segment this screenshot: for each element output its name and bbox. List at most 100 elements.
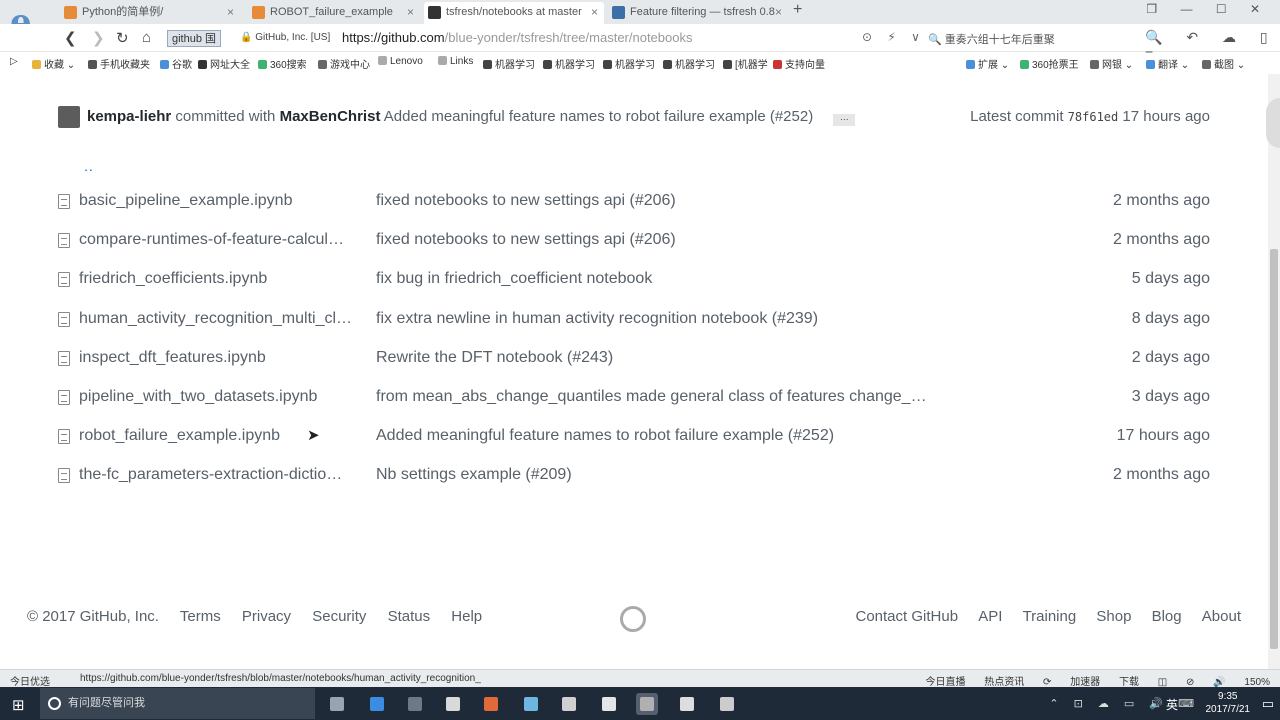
taskbar-app-icon[interactable] bbox=[716, 693, 738, 715]
tab-3[interactable]: tsfresh/notebooks at master × bbox=[424, 2, 604, 24]
hot-search-hint[interactable]: 🔍 重奏六组十七年后重聚 bbox=[928, 31, 1055, 47]
commit-message-link[interactable]: Added meaningful feature names to robot … bbox=[384, 108, 813, 125]
file-name-link[interactable]: robot_failure_example.ipynb bbox=[79, 427, 364, 445]
taskbar-clock[interactable]: 9:35 2017/7/21 bbox=[1206, 690, 1251, 716]
file-commit-message-link[interactable]: fixed notebooks to new settings api (#20… bbox=[376, 231, 946, 249]
home-icon[interactable]: ⌂ bbox=[142, 29, 151, 46]
bookmark-favicon-icon bbox=[663, 60, 672, 69]
scrollbar-thumb[interactable] bbox=[1270, 249, 1278, 649]
footer-link-privacy[interactable]: Privacy bbox=[242, 608, 291, 625]
github-logo-icon[interactable] bbox=[620, 606, 646, 632]
bookmark-item[interactable]: [机器学 bbox=[723, 56, 768, 71]
taskbar-app-icon[interactable] bbox=[480, 693, 502, 715]
status-recommend-link[interactable]: 今日优选 bbox=[10, 673, 50, 688]
new-tab-button[interactable]: + bbox=[793, 1, 802, 19]
bookmark-item[interactable]: 360搜索 bbox=[258, 56, 307, 71]
window-controls[interactable]: ❐ — ☐ ✕ bbox=[1146, 2, 1270, 16]
file-name-link[interactable]: the-fc_parameters-extraction-dictio… bbox=[79, 466, 364, 484]
footer-link-status[interactable]: Status bbox=[388, 608, 431, 625]
tab-close-icon[interactable]: × bbox=[227, 2, 234, 22]
file-name-link[interactable]: human_activity_recognition_multi_cl… bbox=[79, 310, 364, 328]
bookmark-item[interactable]: 网银 ⌄ bbox=[1090, 56, 1133, 71]
footer-link-training[interactable]: Training bbox=[1023, 608, 1077, 625]
address-bar[interactable]: https://github.com/blue-yonder/tsfresh/t… bbox=[342, 30, 692, 45]
file-name-link[interactable]: pipeline_with_two_datasets.ipynb bbox=[79, 388, 364, 406]
tab-1[interactable]: Python的简单例/ × bbox=[60, 2, 240, 24]
footer-link-contact[interactable]: Contact GitHub bbox=[855, 608, 958, 625]
bookmark-item[interactable]: 扩展 ⌄ bbox=[966, 56, 1009, 71]
taskbar-app-icon[interactable] bbox=[558, 693, 580, 715]
forward-arrow-icon[interactable]: ❯ bbox=[92, 29, 105, 47]
commit-coauthor-link[interactable]: MaxBenChrist bbox=[280, 108, 381, 125]
avatar[interactable] bbox=[58, 106, 80, 128]
file-commit-message-link[interactable]: Rewrite the DFT notebook (#243) bbox=[376, 349, 946, 367]
footer-link-help[interactable]: Help bbox=[451, 608, 482, 625]
site-identity-chip[interactable]: github 国 bbox=[167, 30, 222, 47]
bookmark-item[interactable]: 收藏 ⌄ bbox=[32, 56, 75, 71]
file-name-link[interactable]: basic_pipeline_example.ipynb bbox=[79, 192, 364, 210]
footer-link-shop[interactable]: Shop bbox=[1096, 608, 1131, 625]
bookmark-item[interactable]: 机器学习 bbox=[483, 56, 535, 71]
commit-age: 17 hours ago bbox=[1122, 108, 1210, 125]
file-commit-message-link[interactable]: Nb settings example (#209) bbox=[376, 466, 946, 484]
bookmark-item[interactable]: 游戏中心 bbox=[318, 56, 370, 71]
back-arrow-icon[interactable]: ❮ bbox=[64, 29, 77, 47]
tab-2[interactable]: ROBOT_failure_example × bbox=[248, 2, 420, 24]
bookmark-item[interactable]: 翻译 ⌄ bbox=[1146, 56, 1189, 71]
bookmark-item[interactable]: 机器学习 bbox=[543, 56, 595, 71]
commit-sha-link[interactable]: 78f61ed bbox=[1068, 110, 1119, 124]
file-name-link[interactable]: inspect_dft_features.ipynb bbox=[79, 349, 364, 367]
taskbar-app-icon[interactable] bbox=[520, 693, 542, 715]
bookmark-favicon-icon bbox=[258, 60, 267, 69]
commit-expand-button[interactable]: … bbox=[833, 113, 856, 126]
notification-center-icon[interactable]: ▭ bbox=[1262, 696, 1274, 712]
parent-directory-link[interactable]: .. bbox=[84, 158, 94, 174]
bookmark-item[interactable]: 网址大全 bbox=[198, 56, 250, 71]
page-scrollbar[interactable] bbox=[1268, 74, 1280, 669]
bookmark-label: Links bbox=[450, 56, 474, 67]
certificate-label[interactable]: 🔒 GitHub, Inc. [US] bbox=[240, 32, 330, 43]
file-commit-message-link[interactable]: fix extra newline in human activity reco… bbox=[376, 310, 946, 328]
taskbar-app-icon[interactable] bbox=[442, 693, 464, 715]
file-commit-message-link[interactable]: fixed notebooks to new settings api (#20… bbox=[376, 192, 946, 210]
ime-indicator[interactable]: 英 bbox=[1166, 696, 1178, 713]
file-commit-message-link[interactable]: fix bug in friedrich_coefficient noteboo… bbox=[376, 270, 946, 288]
taskbar-search-box[interactable]: 有问题尽管问我 bbox=[40, 688, 315, 719]
tab-close-icon[interactable]: × bbox=[775, 2, 782, 22]
footer-link-terms[interactable]: Terms bbox=[180, 608, 221, 625]
refresh-icon[interactable]: ↻ bbox=[116, 29, 129, 47]
footer-link-blog[interactable]: Blog bbox=[1152, 608, 1182, 625]
bookmark-item[interactable]: Links bbox=[438, 56, 473, 67]
tab-close-icon[interactable]: × bbox=[407, 2, 414, 22]
side-extension-icon[interactable] bbox=[1266, 98, 1280, 148]
taskbar-app-icon[interactable] bbox=[366, 693, 388, 715]
file-commit-message-link[interactable]: from mean_abs_change_quantiles made gene… bbox=[376, 388, 946, 406]
bookmark-item[interactable]: 机器学习 bbox=[603, 56, 655, 71]
tab-4[interactable]: Feature filtering — tsfresh 0.8 × bbox=[608, 2, 788, 24]
address-bar-icons[interactable]: ⊙ ⚡ ∨ bbox=[862, 30, 926, 44]
commit-author-link[interactable]: kempa-liehr bbox=[87, 108, 171, 125]
footer-link-api[interactable]: API bbox=[978, 608, 1002, 625]
file-commit-message-link[interactable]: Added meaningful feature names to robot … bbox=[376, 427, 946, 445]
taskbar-app-icon[interactable] bbox=[636, 693, 658, 715]
bookmark-item[interactable]: 截图 ⌄ bbox=[1202, 56, 1245, 71]
file-name-link[interactable]: compare-runtimes-of-feature-calcul… bbox=[79, 231, 364, 249]
bookmark-item[interactable]: Lenovo bbox=[378, 56, 423, 67]
tab-favicon-icon bbox=[252, 6, 265, 19]
taskbar-app-icon[interactable] bbox=[326, 693, 348, 715]
bookmark-item[interactable]: 360抢票王 bbox=[1020, 56, 1079, 71]
bookmark-item[interactable]: 支持向量 bbox=[773, 56, 825, 71]
bookmark-item[interactable]: 谷歌 bbox=[160, 56, 192, 71]
footer-link-about[interactable]: About bbox=[1202, 608, 1241, 625]
windows-start-icon[interactable]: ⊞ bbox=[12, 696, 25, 714]
commit-summary: kempa-liehr committed with MaxBenChrist … bbox=[87, 108, 856, 126]
footer-link-security[interactable]: Security bbox=[312, 608, 366, 625]
bookmark-item[interactable]: 手机收藏夹 bbox=[88, 56, 150, 71]
taskbar-app-icon[interactable] bbox=[404, 693, 426, 715]
tab-close-icon[interactable]: × bbox=[591, 2, 598, 22]
taskbar-app-icon[interactable] bbox=[598, 693, 620, 715]
taskbar-app-icon[interactable] bbox=[676, 693, 698, 715]
bookmarks-chevron-icon[interactable]: ▷ bbox=[10, 56, 18, 67]
file-name-link[interactable]: friedrich_coefficients.ipynb bbox=[79, 270, 364, 288]
bookmark-item[interactable]: 机器学习 bbox=[663, 56, 715, 71]
